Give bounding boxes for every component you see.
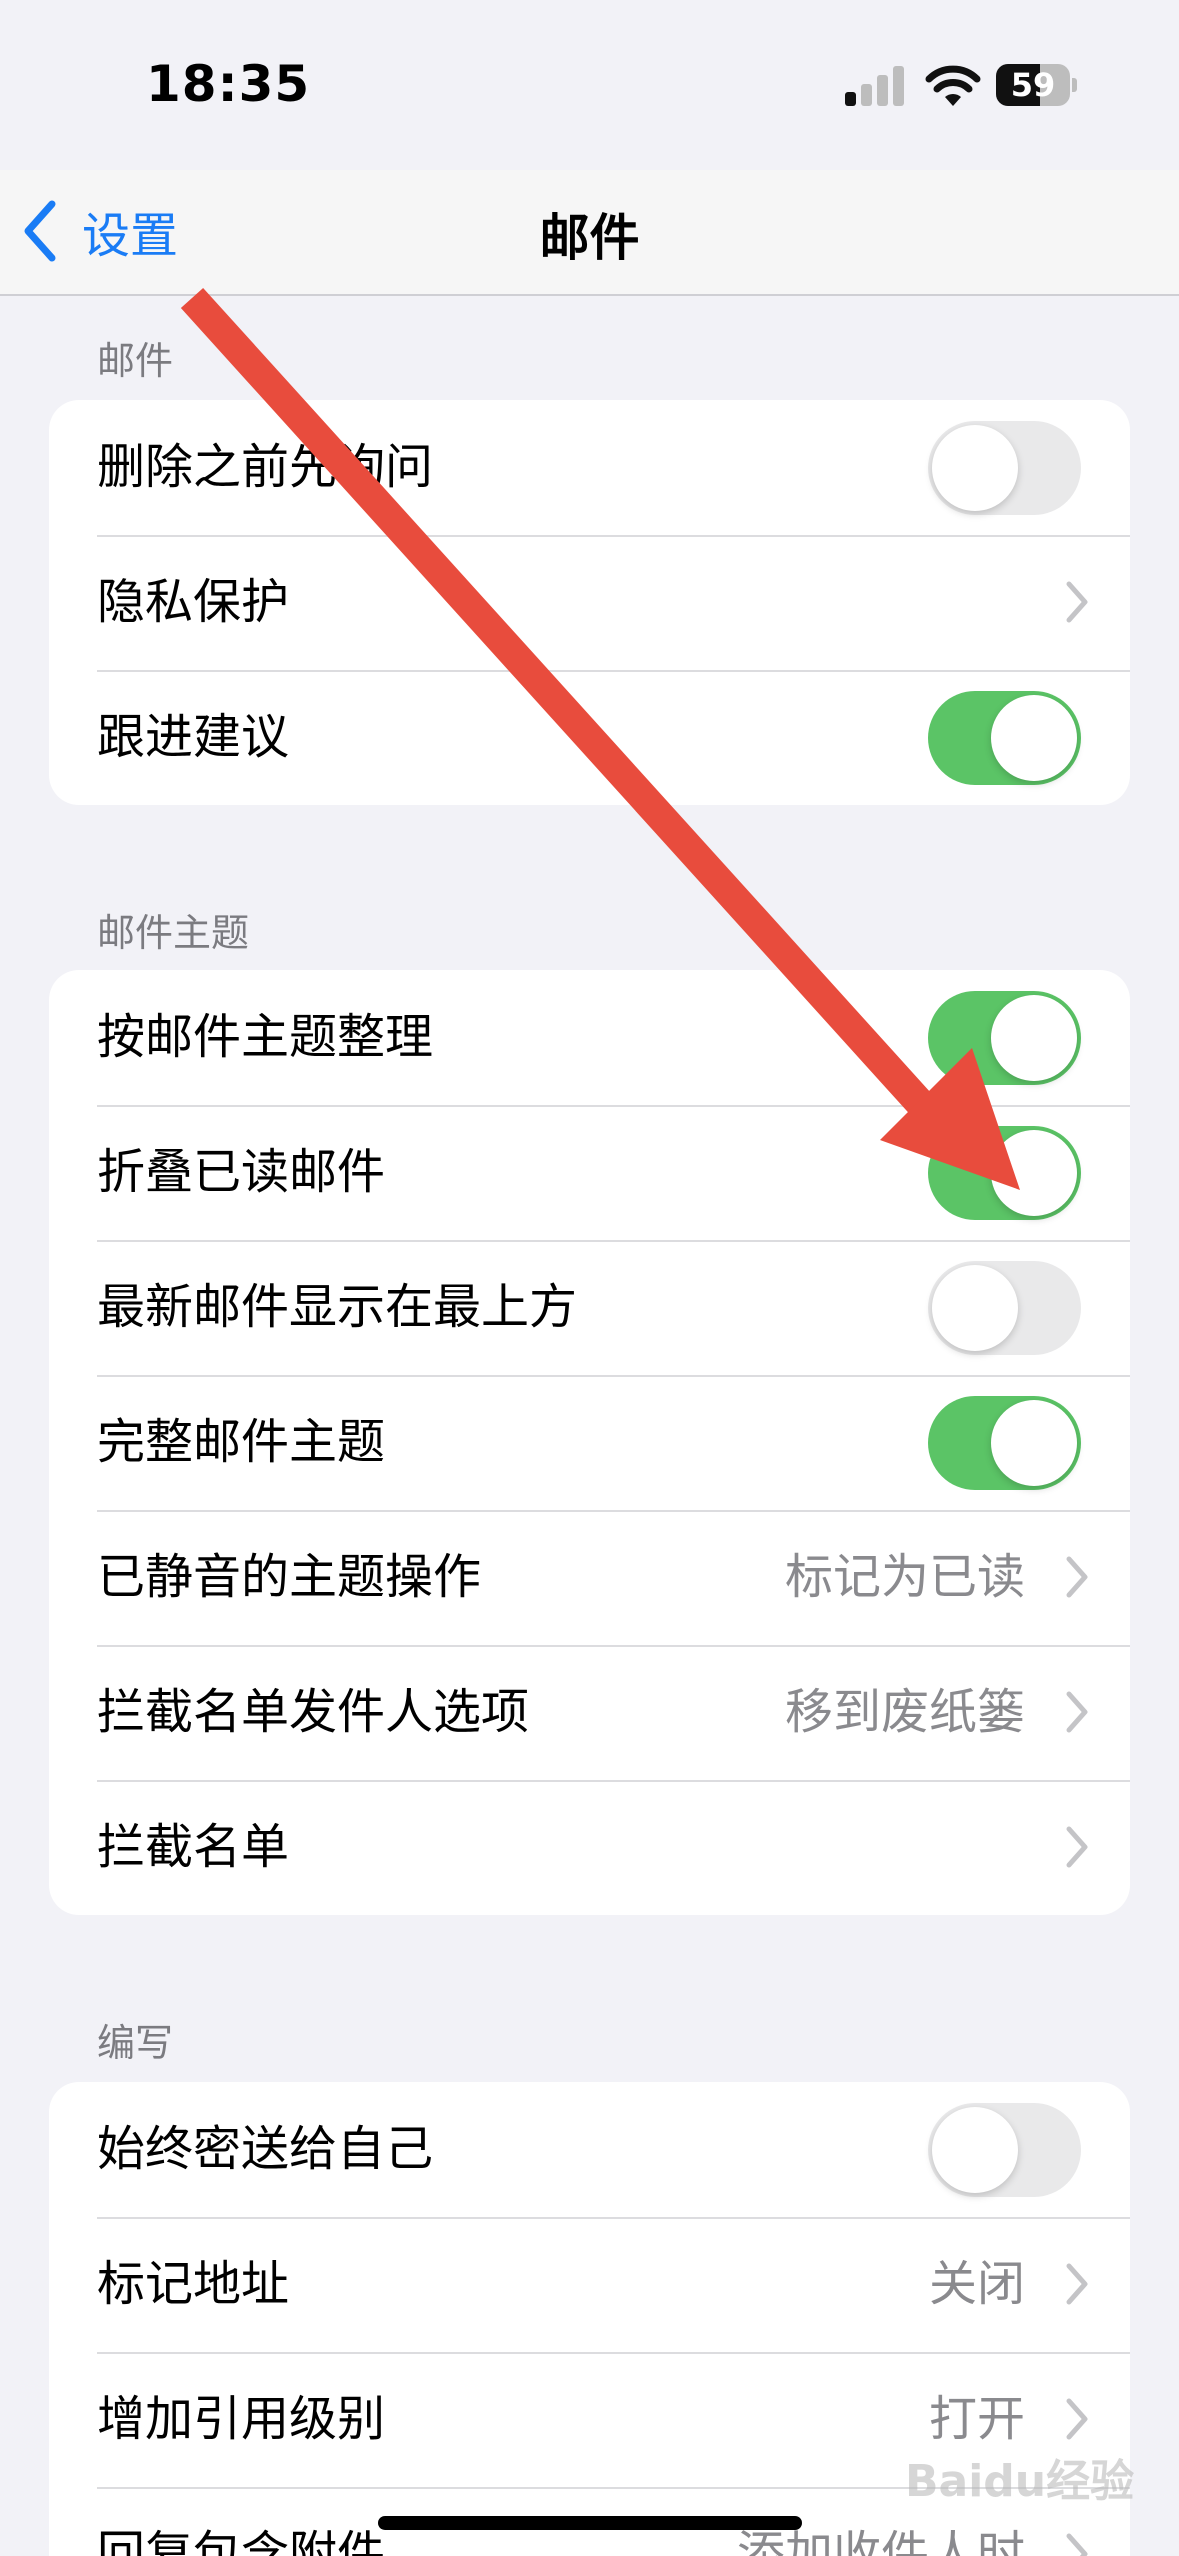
chevron-right-icon [1066,581,1088,623]
status-time: 18:35 [146,55,311,113]
baidu-watermark: Baidu经验 [905,2456,1135,2507]
setting-row-most-recent-on-top: 最新邮件显示在最上方 [49,1240,1130,1375]
organize-by-thread-toggle[interactable] [928,991,1081,1085]
setting-row-ask-before-delete: 删除之前先询问 [49,400,1130,535]
section-header-mail: 邮件 [97,339,174,383]
setting-label: 增加引用级别 [97,2391,386,2447]
setting-row-collapse-read: 折叠已读邮件 [49,1105,1130,1240]
setting-label: 回复包含附件 [97,2526,386,2556]
setting-row-privacy-protection[interactable]: 隐私保护 [49,535,1130,670]
status-bar: 18:35 59 [0,0,1179,170]
settings-group-threading: 按邮件主题整理 折叠已读邮件 最新邮件显示在最上方 完整邮件主题 已静音的主题操… [49,970,1130,1915]
setting-label: 标记地址 [97,2256,290,2312]
setting-row-mark-addresses[interactable]: 标记地址 关闭 [49,2217,1130,2352]
section-header-composing: 编写 [97,2021,174,2065]
setting-label: 隐私保护 [97,574,290,630]
setting-row-blocked[interactable]: 拦截名单 [49,1780,1130,1915]
setting-label: 跟进建议 [97,709,290,765]
setting-label: 最新邮件显示在最上方 [97,1279,578,1335]
setting-row-complete-threads: 完整邮件主题 [49,1375,1130,1510]
battery-level: 59 [1010,66,1056,104]
navigation-bar: 设置 邮件 [0,170,1179,296]
setting-value: 移到废纸篓 [784,1684,1025,1740]
setting-row-organize-by-thread: 按邮件主题整理 [49,970,1130,1105]
settings-group-mail: 删除之前先询问 隐私保护 跟进建议 [49,400,1130,805]
home-indicator[interactable] [378,2516,802,2530]
section-header-threading: 邮件主题 [97,911,250,955]
battery-icon: 59 [996,64,1077,106]
chevron-right-icon [1066,2263,1088,2305]
setting-label: 完整邮件主题 [97,1414,386,1470]
setting-label: 始终密送给自己 [97,2121,434,2177]
collapse-read-toggle[interactable] [928,1126,1081,1220]
setting-row-always-bcc-myself: 始终密送给自己 [49,2082,1130,2217]
setting-label: 删除之前先询问 [97,439,434,495]
setting-label: 拦截名单 [97,1819,290,1875]
setting-label: 折叠已读邮件 [97,1144,386,1200]
setting-row-follow-up-suggestions: 跟进建议 [49,670,1130,805]
cellular-signal-icon [845,66,907,106]
setting-value: 关闭 [928,2256,1025,2312]
most-recent-on-top-toggle[interactable] [928,1261,1081,1355]
page-title: 邮件 [539,209,640,267]
chevron-right-icon [1066,1826,1088,1868]
always-bcc-myself-toggle[interactable] [928,2103,1081,2197]
chevron-right-icon [1066,2533,1088,2556]
setting-row-muted-thread-action[interactable]: 已静音的主题操作 标记为已读 [49,1510,1130,1645]
setting-label: 按邮件主题整理 [97,1009,434,1065]
setting-label: 拦截名单发件人选项 [97,1684,530,1740]
setting-row-blocked-sender-options[interactable]: 拦截名单发件人选项 移到废纸篓 [49,1645,1130,1780]
setting-label: 已静音的主题操作 [97,1549,482,1605]
follow-up-suggestions-toggle[interactable] [928,691,1081,785]
wifi-icon [925,65,981,106]
complete-threads-toggle[interactable] [928,1396,1081,1490]
ask-before-delete-toggle[interactable] [928,421,1081,515]
chevron-right-icon [1066,1691,1088,1733]
setting-value: 标记为已读 [784,1549,1025,1605]
chevron-right-icon [1066,2398,1088,2440]
chevron-right-icon [1066,1556,1088,1598]
